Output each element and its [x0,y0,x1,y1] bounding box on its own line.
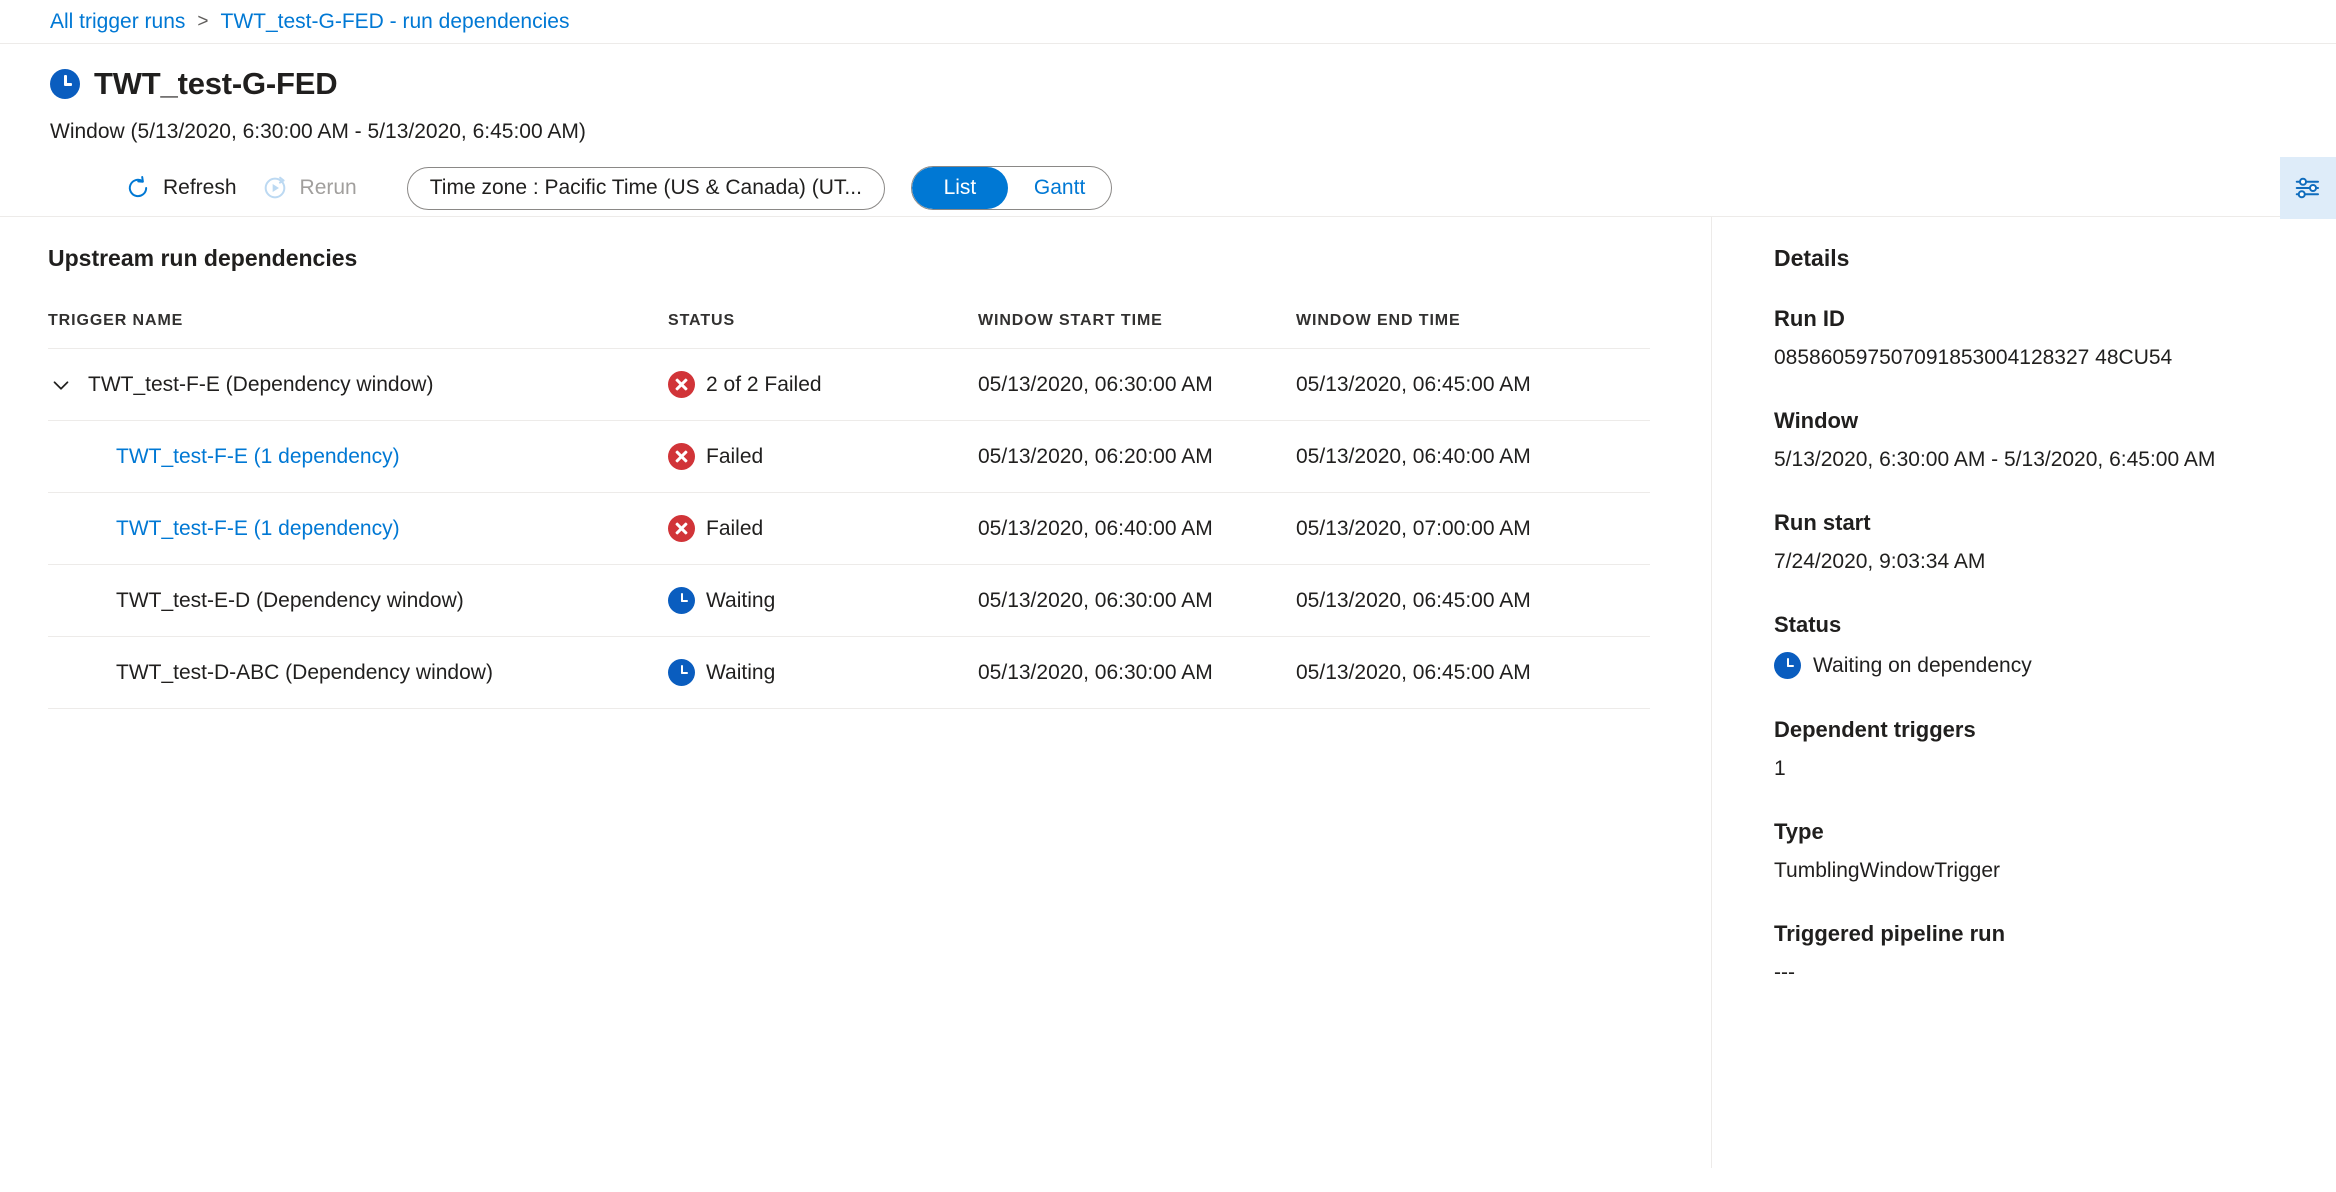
page-title-row: TWT_test-G-FED [50,66,2336,102]
refresh-button[interactable]: Refresh [112,168,249,208]
dependencies-table: TRIGGER NAME STATUS WINDOW START TIME WI… [48,312,1650,709]
details-label: Status [1774,612,1842,637]
table-row[interactable]: TWT_test-F-E (1 dependency) Failed 05/13/2… [48,420,1650,493]
rerun-icon [261,174,289,202]
cell-window-end-time: 05/13/2020, 06:45:00 AM [1296,564,1650,637]
details-label: Run ID [1774,306,1845,331]
column-header-status: STATUS [668,312,978,349]
view-toggle-gantt[interactable]: Gantt [1008,167,1111,209]
table-header-row: TRIGGER NAME STATUS WINDOW START TIME WI… [48,312,1650,349]
clock-icon [1774,652,1801,679]
table-row[interactable]: TWT_test-D-ABC (Dependency window) Waitin… [48,636,1650,709]
details-label: Type [1774,819,1824,844]
page-title: TWT_test-G-FED [94,66,338,101]
timezone-selector[interactable]: Time zone : Pacific Time (US & Canada) (… [406,166,885,210]
table-row[interactable]: TWT_test-F-E (Dependency window) 2 of 2 F… [48,348,1650,421]
cell-window-end-time: 05/13/2020, 06:40:00 AM [1296,420,1650,493]
details-value: --- [1774,961,1795,984]
cell-window-start-time: 05/13/2020, 06:30:00 AM [978,636,1296,709]
column-header-window-end-time: WINDOW END TIME [1296,312,1650,349]
details-label: Window [1774,408,1859,433]
trigger-name-label[interactable]: TWT_test-F-E (1 dependency) [116,517,400,541]
clock-icon [668,587,695,614]
toolbar: Refresh Rerun Time zone : Pacific Time (… [50,157,2336,219]
breadcrumb-item-all-trigger-runs[interactable]: All trigger runs [50,10,185,34]
trigger-name-label[interactable]: TWT_test-F-E (1 dependency) [116,445,400,469]
page-header: TWT_test-G-FED Window (5/13/2020, 6:30:0… [0,44,2336,219]
rerun-label: Rerun [299,176,357,199]
cell-trigger-name: TWT_test-E-D (Dependency window) [48,564,668,637]
refresh-label: Refresh [163,176,237,199]
details-title: Details [1774,245,1850,271]
column-header-window-start-time: WINDOW START TIME [978,312,1296,349]
clock-icon [50,69,80,99]
cell-window-start-time: 05/13/2020, 06:20:00 AM [978,420,1296,493]
cell-window-end-time: 05/13/2020, 06:45:00 AM [1296,636,1650,709]
cell-status: Waiting [668,564,978,637]
details-value: TumblingWindowTrigger [1774,859,2001,882]
cell-trigger-name: TWT_test-F-E (Dependency window) [48,348,668,421]
cell-window-end-time: 05/13/2020, 06:45:00 AM [1296,348,1650,421]
cell-status: Waiting [668,636,978,709]
status-label: Failed [706,444,764,468]
page-body: Upstream run dependencies TRIGGER NAME S… [0,216,2336,1168]
cell-window-start-time: 05/13/2020, 06:30:00 AM [978,564,1296,637]
cell-trigger-name: TWT_test-D-ABC (Dependency window) [48,636,668,709]
table-row[interactable]: TWT_test-F-E (1 dependency) Failed 05/13/2… [48,492,1650,565]
breadcrumb-item-run-dependencies[interactable]: TWT_test-G-FED - run dependencies [221,10,570,34]
details-pane: Details Run ID 08586059750709185300412832… [1712,217,2336,1168]
details-label: Triggered pipeline run [1774,921,2006,946]
details-label: Dependent triggers [1774,717,1976,742]
table-row[interactable]: TWT_test-E-D (Dependency window) Waiting 0… [48,564,1650,637]
cell-window-end-time: 05/13/2020, 07:00:00 AM [1296,492,1650,565]
status-label: 2 of 2 Failed [706,372,822,396]
timezone-label: Time zone : Pacific Time (US & Canada) (… [429,176,862,199]
details-value: Waiting on dependency [1774,652,2336,679]
window-subtitle: Window (5/13/2020, 6:30:00 AM - 5/13/202… [50,120,586,143]
dependencies-pane: Upstream run dependencies TRIGGER NAME S… [0,217,1712,1168]
details-value: 7/24/2020, 9:03:34 AM [1774,550,1986,573]
column-header-trigger-name: TRIGGER NAME [48,312,668,349]
details-value: 1 [1774,757,1786,780]
details-value-text: Waiting on dependency [1813,653,2032,677]
trigger-name-label: TWT_test-E-D (Dependency window) [116,588,464,612]
cell-window-start-time: 05/13/2020, 06:30:00 AM [978,348,1296,421]
cell-trigger-name: TWT_test-F-E (1 dependency) [48,492,668,565]
cell-status: 2 of 2 Failed [668,348,978,421]
refresh-icon [124,174,152,202]
failed-icon [668,515,695,542]
settings-sliders-icon[interactable] [2280,157,2336,219]
details-field-list: Run ID 085860597507091853004128327 48CU54… [1774,306,2336,985]
details-value: 5/13/2020, 6:30:00 AM - 5/13/2020, 6:45:… [1774,448,2216,471]
view-toggle-list[interactable]: List [911,167,1008,209]
rerun-button[interactable]: Rerun [249,168,369,208]
view-toggle: List Gantt [910,166,1113,210]
cell-trigger-name: TWT_test-F-E (1 dependency) [48,420,668,493]
cell-status: Failed [668,420,978,493]
details-label: Run start [1774,510,1871,535]
details-value: 085860597507091853004128327 48CU54 [1774,346,2173,369]
cell-status: Failed [668,492,978,565]
clock-icon [668,659,695,686]
failed-icon [668,371,695,398]
breadcrumb-separator: > [197,10,209,32]
chevron-down-icon[interactable] [48,372,88,398]
cell-window-start-time: 05/13/2020, 06:40:00 AM [978,492,1296,565]
breadcrumb: All trigger runs > TWT_test-G-FED - run … [0,0,2336,44]
status-label: Waiting [706,660,776,684]
failed-icon [668,443,695,470]
status-label: Failed [706,516,764,540]
table-body: TWT_test-F-E (Dependency window) 2 of 2 F… [48,348,1650,709]
trigger-name-label: TWT_test-F-E (Dependency window) [88,372,434,396]
trigger-name-label: TWT_test-D-ABC (Dependency window) [116,660,493,684]
run-dependencies-page: All trigger runs > TWT_test-G-FED - run … [0,0,2336,1192]
section-title: Upstream run dependencies [48,245,358,271]
status-label: Waiting [706,588,776,612]
